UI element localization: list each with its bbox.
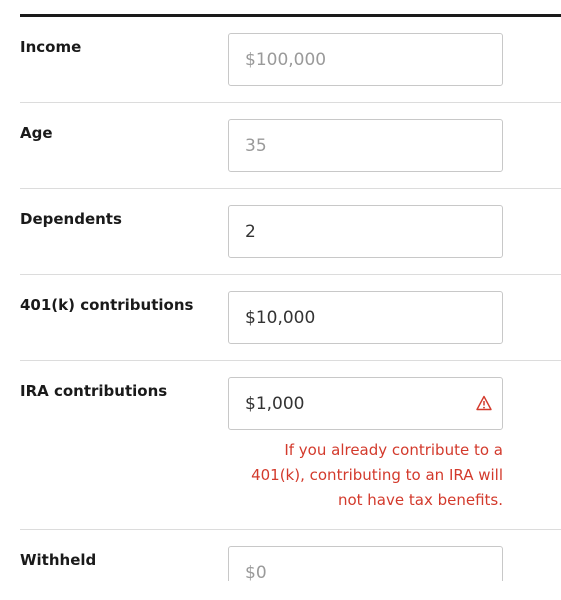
- ira-row: IRA contributions If you already contrib…: [20, 361, 561, 530]
- ira-error-message: If you already contribute to a 401(k), c…: [251, 441, 503, 509]
- income-label: Income: [20, 38, 82, 56]
- income-row: Income: [20, 17, 561, 103]
- ira-input[interactable]: [229, 378, 502, 429]
- 401k-row: 401(k) contributions: [20, 275, 561, 361]
- dependents-label: Dependents: [20, 210, 122, 228]
- 401k-label: 401(k) contributions: [20, 296, 194, 314]
- age-label: Age: [20, 124, 53, 142]
- tax-form: Income Age Dependents 401(k) contributio…: [20, 14, 561, 581]
- income-input[interactable]: [229, 34, 502, 85]
- withheld-row: Withheld: [20, 530, 561, 581]
- warning-icon: [476, 395, 492, 411]
- dependents-input[interactable]: [229, 206, 502, 257]
- age-input[interactable]: [229, 120, 502, 171]
- withheld-label: Withheld: [20, 551, 97, 569]
- ira-label: IRA contributions: [20, 382, 168, 400]
- age-row: Age: [20, 103, 561, 189]
- dependents-row: Dependents: [20, 189, 561, 275]
- withheld-input[interactable]: [229, 547, 502, 581]
- 401k-input[interactable]: [229, 292, 502, 343]
